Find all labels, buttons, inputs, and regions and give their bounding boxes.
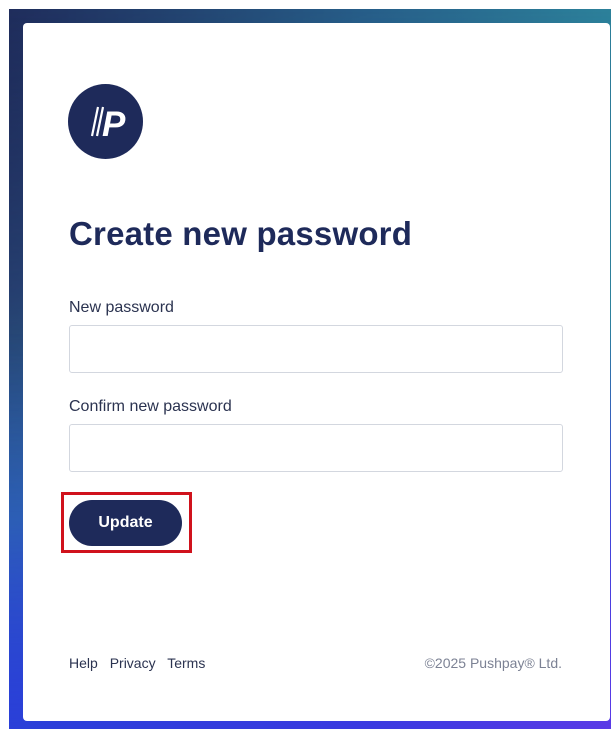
svg-text:P: P xyxy=(102,105,126,144)
confirm-password-label: Confirm new password xyxy=(69,398,232,415)
confirm-password-field[interactable] xyxy=(69,424,563,472)
login-card: P Create new password New password Confi… xyxy=(23,23,610,721)
privacy-link[interactable]: Privacy xyxy=(110,655,156,671)
new-password-field[interactable] xyxy=(69,325,563,373)
footer-links: Help Privacy Terms xyxy=(69,655,213,671)
update-button[interactable]: Update xyxy=(69,500,182,546)
help-link[interactable]: Help xyxy=(69,655,98,671)
terms-link[interactable]: Terms xyxy=(167,655,205,671)
new-password-label: New password xyxy=(69,299,174,316)
copyright-text: ©2025 Pushpay® Ltd. xyxy=(424,655,562,671)
page-title: Create new password xyxy=(69,215,413,252)
pushpay-logo-icon: P xyxy=(68,84,143,159)
